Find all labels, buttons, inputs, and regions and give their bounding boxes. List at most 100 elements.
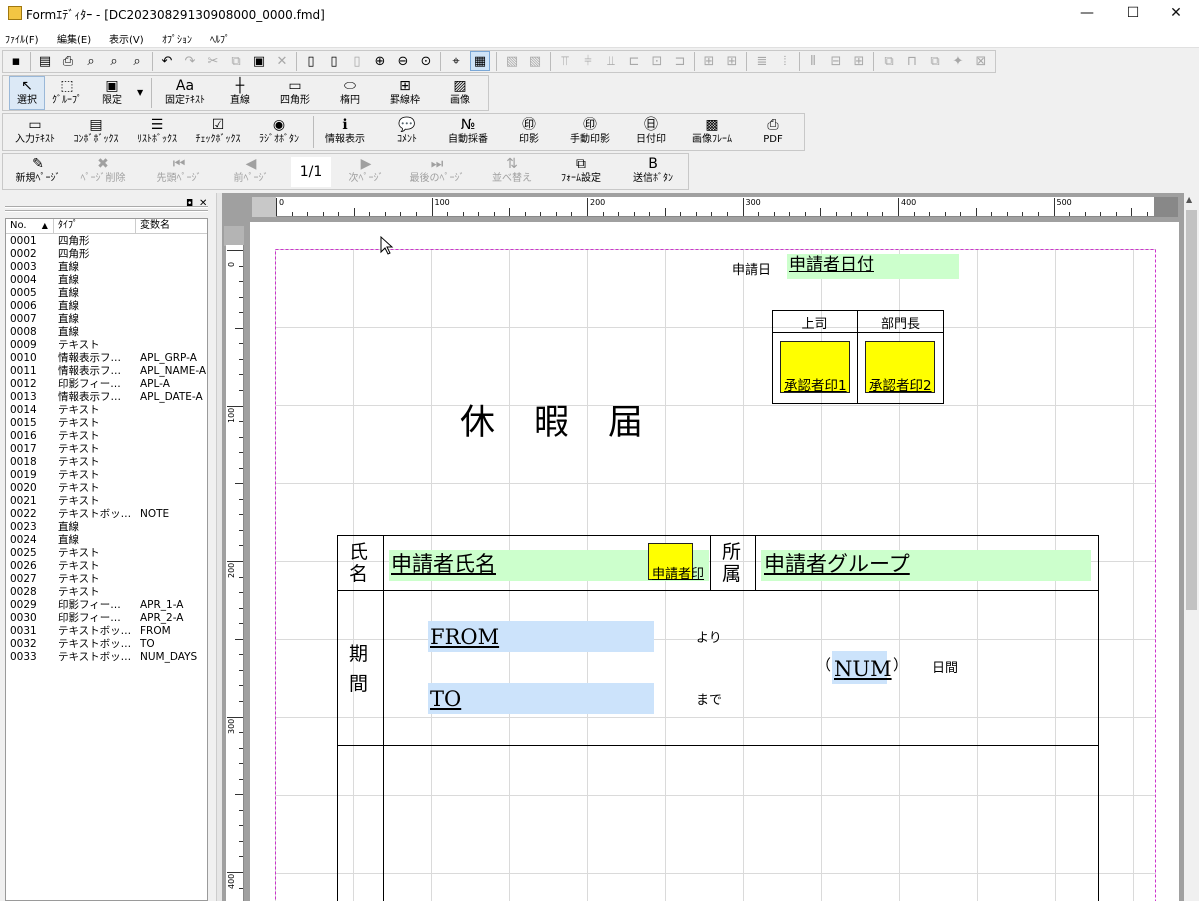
split-horizontal-icon[interactable]: ⊟ [826, 51, 846, 71]
list-item[interactable]: 0027 テキスト [6, 573, 207, 586]
list-item[interactable]: 0002 四角形 [6, 248, 207, 261]
page-tool-button-7[interactable]: ⧉ ﾌｫｰﾑ設定 [551, 155, 611, 185]
list-item[interactable]: 0019 テキスト [6, 469, 207, 482]
list-item[interactable]: 0006 直線 [6, 300, 207, 313]
apply-date-field[interactable]: 申請者日付 [787, 254, 959, 279]
field-tool-button-12[interactable]: ⎙ PDF [743, 116, 803, 146]
wand-icon[interactable]: ✦ [948, 51, 968, 71]
page-tool-button-5[interactable]: ⏭ 最後のﾍﾟｰｼﾞ [407, 155, 467, 185]
field-tool-button-0[interactable]: ▭ 入力ﾃｷｽﾄ [5, 116, 65, 146]
list-item[interactable]: 0030 印影フィー… APR_2-A [6, 612, 207, 625]
list-item[interactable]: 0004 直線 [6, 274, 207, 287]
page-actual-icon[interactable]: ▯ [324, 51, 344, 71]
align-top-icon[interactable]: ⫪ [555, 51, 575, 71]
list-item[interactable]: 0023 直線 [6, 521, 207, 534]
list-item[interactable]: 0016 テキスト [6, 430, 207, 443]
menu-edit[interactable]: 編集(E) [57, 31, 91, 46]
list-item[interactable]: 0024 直線 [6, 534, 207, 547]
field-tool-button-8[interactable]: ㊞印影 [499, 116, 559, 146]
list-item[interactable]: 0025 テキスト [6, 547, 207, 560]
zoom-out-icon[interactable]: ⊖ [393, 51, 413, 71]
undo-icon[interactable]: ↶ [157, 51, 177, 71]
menu-file[interactable]: ﾌｧｲﾙ(F) [5, 31, 39, 46]
list-item[interactable]: 0013 情報表示フ… APL_DATE-A [6, 391, 207, 404]
list-item[interactable]: 0028 テキスト [6, 586, 207, 599]
page-tool-button-6[interactable]: ⇅ 並べ替え [482, 155, 542, 185]
applicant-group-field[interactable]: 申請者グループ [761, 550, 1091, 581]
align-right-icon[interactable]: ⊐ [670, 51, 690, 71]
align-center-icon[interactable]: ⊡ [647, 51, 667, 71]
list-item[interactable]: 0007 直線 [6, 313, 207, 326]
list-item[interactable]: 0015 テキスト [6, 417, 207, 430]
find-icon[interactable]: ⌕ [127, 51, 147, 71]
limit-dropdown-icon[interactable]: ▼ [137, 88, 143, 97]
preview-icon[interactable]: ⌕ [104, 51, 124, 71]
tool-button-7[interactable]: ⊞ 罫線枠 [375, 77, 435, 107]
maximize-button[interactable]: ☐ [1110, 0, 1156, 26]
print-icon[interactable]: ⎙ [58, 51, 78, 71]
link-icon[interactable]: ⧉ [925, 51, 945, 71]
list-item[interactable]: 0018 テキスト [6, 456, 207, 469]
col-header-type[interactable]: ﾀｲﾌﾟ [54, 219, 136, 234]
properties-icon[interactable]: ▤ [35, 51, 55, 71]
field-tool-button-5[interactable]: ℹ 情報表示 [315, 116, 375, 146]
vertical-scroll-thumb[interactable] [1186, 210, 1197, 610]
zoom-in-icon[interactable]: ⊕ [370, 51, 390, 71]
field-tool-button-11[interactable]: ▩ 画像ﾌﾚｰﾑ [682, 116, 742, 146]
tool-button-3[interactable]: Aa 固定ﾃｷｽﾄ [155, 77, 215, 107]
send-back-icon[interactable]: ▧ [525, 51, 545, 71]
field-tool-button-4[interactable]: ◉ ﾗｼﾞｵﾎﾞﾀﾝ [249, 116, 309, 146]
field-tool-button-9[interactable]: ㊞手動印影 [560, 116, 620, 146]
minimize-button[interactable]: — [1064, 0, 1110, 26]
page-layout-icon[interactable]: ▯ [301, 51, 321, 71]
object-list[interactable]: No. ▲ ﾀｲﾌﾟ 変数名 0001 四角形 0002 四角形 0003 直線 0004 直… [5, 218, 208, 901]
page-tool-button-3[interactable]: ◀ 前ﾍﾟｰｼﾞ [221, 155, 281, 185]
list-item[interactable]: 0010 情報表示フ… APL_GRP-A [6, 352, 207, 365]
align-left-icon[interactable]: ⊏ [624, 51, 644, 71]
form-sheet[interactable]: 申請日 申請者日付 上司 部門長 承認者印1 承認者印2 休 暇 届 氏名 申請… [250, 222, 1179, 901]
bring-front-icon[interactable]: ▧ [502, 51, 522, 71]
space-vertical-icon[interactable]: ≣ [752, 51, 772, 71]
field-tool-button-6[interactable]: 💬 ｺﾒﾝﾄ [377, 116, 437, 146]
split-vertical-icon[interactable]: ⫴ [803, 51, 823, 71]
tool-button-5[interactable]: ▭ 四角形 [265, 77, 325, 107]
scroll-up-icon[interactable]: ▲ [1186, 195, 1192, 204]
split-grid-icon[interactable]: ⊞ [849, 51, 869, 71]
list-item[interactable]: 0022 テキストボッ… NOTE [6, 508, 207, 521]
align-bottom-icon[interactable]: ⫫ [601, 51, 621, 71]
from-date-field[interactable]: FROM [428, 621, 654, 652]
list-item[interactable]: 0033 テキストボッ… NUM_DAYS [6, 651, 207, 664]
field-tool-button-1[interactable]: ▤ ｺﾝﾎﾞﾎﾞｯｸｽ [66, 116, 126, 146]
space-horizontal-icon[interactable]: ⦙ [775, 51, 795, 71]
list-item[interactable]: 0008 直線 [6, 326, 207, 339]
same-height-icon[interactable]: ⊞ [722, 51, 742, 71]
copy-icon[interactable]: ⧉ [226, 51, 246, 71]
list-item[interactable]: 0029 印影フィー… APR_1-A [6, 599, 207, 612]
list-item[interactable]: 0001 四角形 [6, 235, 207, 248]
list-item[interactable]: 0031 テキストボッ… FROM [6, 625, 207, 638]
field-tool-button-3[interactable]: ☑ ﾁｪｯｸﾎﾞｯｸｽ [188, 116, 248, 146]
list-item[interactable]: 0026 テキスト [6, 560, 207, 573]
field-tool-button-7[interactable]: № 自動採番 [438, 116, 498, 146]
layer-icon[interactable]: ⧉ [879, 51, 899, 71]
list-item[interactable]: 0014 テキスト [6, 404, 207, 417]
page-copy-icon[interactable]: ▯ [347, 51, 367, 71]
list-item[interactable]: 0009 テキスト [6, 339, 207, 352]
menu-view[interactable]: 表示(V) [109, 31, 144, 46]
page-tool-button-1[interactable]: ✖ ﾍﾟｰｼﾞ削除 [73, 155, 133, 185]
list-item[interactable]: 0005 直線 [6, 287, 207, 300]
save-icon[interactable]: ▪ [6, 51, 26, 71]
redo-icon[interactable]: ↷ [180, 51, 200, 71]
list-item[interactable]: 0003 直線 [6, 261, 207, 274]
page-tool-button-8[interactable]: B 送信ﾎﾞﾀﾝ [623, 155, 683, 185]
grid-toggle-icon[interactable]: ▦ [470, 51, 490, 71]
paste-icon[interactable]: ▣ [249, 51, 269, 71]
align-middle-icon[interactable]: ⫩ [578, 51, 598, 71]
page-tool-button-4[interactable]: ▶ 次ﾍﾟｰｼﾞ [336, 155, 396, 185]
menu-help[interactable]: ﾍﾙﾌﾟ [210, 31, 230, 46]
zoom-fit-icon[interactable]: ⊙ [416, 51, 436, 71]
list-item[interactable]: 0012 印影フィー… APL-A [6, 378, 207, 391]
list-item[interactable]: 0017 テキスト [6, 443, 207, 456]
page-tool-button-2[interactable]: ⏮ 先頭ﾍﾟｰｼﾞ [149, 155, 209, 185]
tool-button-8[interactable]: ▨ 画像 [430, 77, 490, 107]
